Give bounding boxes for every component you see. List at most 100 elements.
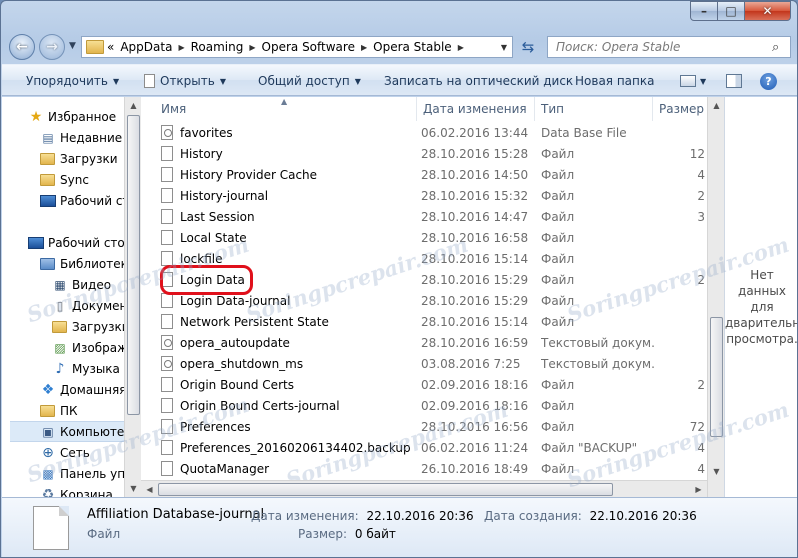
nav-pc[interactable]: ПК	[40, 400, 124, 421]
nav-desktop-favorite[interactable]: Рабочий стол	[40, 190, 124, 211]
nav-control-panel[interactable]: ▩ Панель управления	[40, 463, 124, 484]
file-row[interactable]: History 28.10.2016 15:28 Файл 12	[141, 143, 707, 164]
scroll-up-icon[interactable]: ▲	[125, 97, 142, 114]
search-input[interactable]: Поиск: Opera Stable	[548, 40, 772, 54]
column-header-name[interactable]: Имя	[155, 97, 417, 121]
address-bar[interactable]: « AppData ▶ Roaming ▶ Opera Software ▶ O…	[81, 36, 513, 58]
file-list-scrollbar[interactable]: ▲ ▼	[707, 97, 724, 497]
nav-recycle-bin[interactable]: ♻ Корзина	[40, 484, 124, 498]
chevron-right-icon[interactable]: ▶	[455, 43, 467, 52]
maximize-button[interactable]: □	[718, 1, 745, 21]
nav-desktop[interactable]: Рабочий стол	[28, 232, 124, 253]
scroll-thumb[interactable]	[710, 317, 723, 437]
nav-sync[interactable]: Sync	[40, 169, 124, 190]
file-row[interactable]: Network Persistent State 28.10.2016 15:14…	[141, 311, 707, 332]
scroll-down-icon[interactable]: ▼	[708, 463, 725, 480]
scroll-down-icon[interactable]: ▼	[125, 480, 142, 497]
recent-pages-dropdown-icon[interactable]: ▼	[69, 41, 76, 51]
chevron-right-icon[interactable]: ▶	[246, 43, 258, 52]
breadcrumb-overflow[interactable]: «	[104, 37, 117, 57]
column-header-type[interactable]: Тип	[535, 97, 653, 121]
breadcrumb-opera-stable[interactable]: Opera Stable	[370, 37, 455, 57]
new-folder-button[interactable]: Новая папка	[575, 65, 654, 97]
file-row[interactable]: opera_shutdown_ms 03.08.2016 7:25 Текстовы…	[141, 353, 707, 374]
nav-music[interactable]: ♪ Музыка	[52, 358, 124, 379]
nav-downloads-library[interactable]: Загрузки	[52, 316, 124, 337]
file-row[interactable]: History-journal 28.10.2016 15:32 Файл 2	[141, 185, 707, 206]
file-name: Network Persistent State	[180, 314, 329, 329]
open-button[interactable]: Открыть ▼	[144, 65, 226, 97]
scroll-left-icon[interactable]: ◀	[141, 481, 158, 498]
file-row[interactable]: QuotaManager 26.10.2016 18:49 Файл 4	[141, 458, 707, 479]
preview-pane-button[interactable]	[726, 65, 742, 97]
nav-homegroup[interactable]: ❖ Домашняя группа	[40, 379, 124, 400]
size-value: 0 байт	[354, 527, 396, 541]
file-date: 28.10.2016 16:56	[421, 419, 529, 434]
nav-downloads[interactable]: Загрузки	[40, 148, 124, 169]
file-row[interactable]: Preferences 28.10.2016 16:56 Файл 72	[141, 416, 707, 437]
column-header-size[interactable]: Размер	[653, 97, 707, 121]
forward-button[interactable]: →	[39, 34, 65, 60]
burn-button[interactable]: Записать на оптический диск	[384, 65, 573, 97]
file-icon	[161, 335, 173, 350]
recent-places-icon: ▤	[42, 130, 54, 145]
nav-video[interactable]: ▦ Видео	[52, 274, 124, 295]
organize-button[interactable]: Упорядочить ▼	[26, 65, 119, 97]
nav-network[interactable]: ⊕ Сеть	[40, 442, 124, 463]
nav-computer[interactable]: ▣ Компьютер	[10, 421, 124, 442]
nav-favorites[interactable]: ★ Избранное	[28, 106, 124, 127]
file-name-cell: Preferences	[161, 416, 416, 437]
share-button[interactable]: Общий доступ ▼	[258, 65, 361, 97]
downloads-folder-icon	[52, 320, 67, 333]
file-name: History-journal	[180, 188, 269, 203]
nav-label: ПК	[60, 403, 78, 418]
file-row[interactable]: favorites 06.02.2016 13:44 Data Base File	[141, 122, 707, 143]
created-value: 22.10.2016 20:36	[589, 509, 697, 523]
file-icon	[161, 209, 173, 224]
chevron-down-icon: ▼	[354, 76, 361, 86]
scroll-up-icon[interactable]: ▲	[708, 97, 725, 114]
file-row[interactable]: Local State 28.10.2016 16:58 Файл	[141, 227, 707, 248]
chevron-right-icon[interactable]: ▶	[175, 43, 187, 52]
file-type: Файл	[541, 314, 575, 329]
nav-recent-places[interactable]: ▤ Недавние места	[40, 127, 124, 148]
column-header-date[interactable]: Дата изменения	[417, 97, 535, 121]
file-row[interactable]: Origin Bound Certs-journal 02.09.2016 18:…	[141, 395, 707, 416]
navigation-scrollbar[interactable]: ▲ ▼	[124, 97, 141, 497]
address-dropdown-icon[interactable]: ▼	[496, 43, 512, 52]
horizontal-scrollbar[interactable]: ◀ ▶	[141, 480, 707, 497]
file-date: 06.02.2016 11:24	[421, 440, 529, 455]
nav-images[interactable]: ▨ Изображения	[52, 337, 124, 358]
minimize-button[interactable]: –	[690, 1, 718, 21]
nav-libraries[interactable]: Библиотеки	[40, 253, 124, 274]
search-icon[interactable]: ⌕	[772, 40, 790, 55]
breadcrumb-appdata[interactable]: AppData	[117, 37, 175, 57]
close-button[interactable]: ✕	[745, 1, 791, 21]
back-button[interactable]: ←	[9, 34, 35, 60]
file-date: 28.10.2016 15:29	[421, 272, 529, 287]
scroll-right-icon[interactable]: ▶	[690, 481, 707, 498]
file-type: Файл	[541, 293, 575, 308]
nav-label: Загрузки	[60, 151, 118, 166]
file-row[interactable]: Last Session 28.10.2016 14:47 Файл 3	[141, 206, 707, 227]
file-row[interactable]: opera_autoupdate 28.10.2016 16:59 Текстовы…	[141, 332, 707, 353]
network-icon: ⊕	[42, 444, 54, 461]
breadcrumb-roaming[interactable]: Roaming	[188, 37, 247, 57]
search-box[interactable]: Поиск: Opera Stable ⌕	[547, 36, 791, 58]
file-size	[656, 353, 707, 374]
scroll-thumb[interactable]	[127, 115, 140, 415]
file-row[interactable]: Origin Bound Certs 02.09.2016 18:16 Файл 2	[141, 374, 707, 395]
file-name: Origin Bound Certs-journal	[180, 398, 340, 413]
file-date: 28.10.2016 15:14	[421, 314, 529, 329]
chevron-right-icon[interactable]: ▶	[358, 43, 370, 52]
nav-documents[interactable]: ▯ Документы	[52, 295, 124, 316]
refresh-button[interactable]: ⇆	[515, 36, 541, 58]
file-size: 4	[697, 167, 705, 182]
scroll-thumb[interactable]	[158, 483, 613, 496]
file-row[interactable]: History Provider Cache 28.10.2016 14:50 Фа…	[141, 164, 707, 185]
modified-info: Дата изменения: 22.10.2016 20:36	[251, 509, 474, 523]
file-row[interactable]: Preferences_20160206134402.backup 06.02.2…	[141, 437, 707, 458]
breadcrumb-opera-software[interactable]: Opera Software	[259, 37, 358, 57]
views-button[interactable]: ▼	[680, 65, 706, 97]
help-button[interactable]: ?	[760, 65, 777, 97]
